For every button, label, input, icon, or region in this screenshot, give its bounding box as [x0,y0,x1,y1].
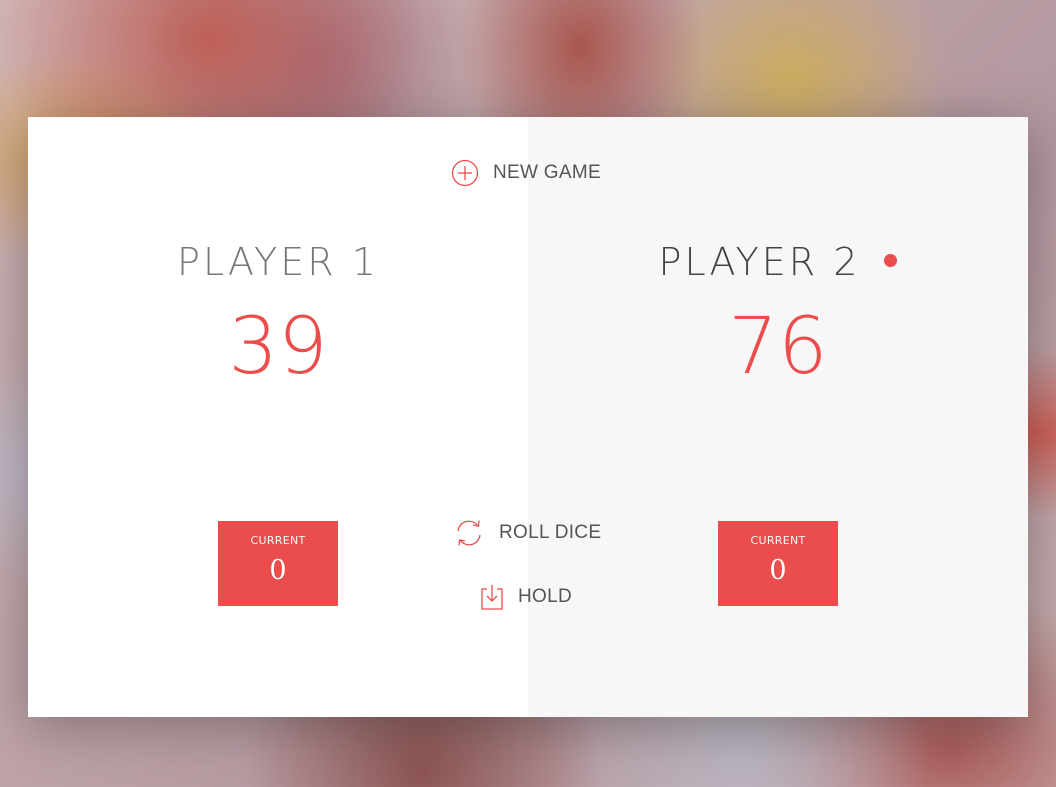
refresh-icon [453,517,485,549]
player-1-current-box: CURRENT 0 [218,521,338,606]
player-2-current-label: CURRENT [750,534,806,547]
player-1-name: PLAYER 1 [28,239,528,285]
player-2-current-score: 0 [769,555,787,586]
new-game-label: NEW GAME [493,162,601,183]
player-2-panel: PLAYER 2 76 CURRENT 0 [528,117,1028,717]
player-2-name-label: PLAYER 2 [658,240,861,284]
player-1-panel: PLAYER 1 39 CURRENT 0 [28,117,528,717]
hold-button[interactable]: HOLD [480,583,572,611]
download-icon [480,583,504,611]
plus-circle-icon [451,159,479,187]
player-2-name: PLAYER 2 [528,239,1028,285]
player-1-current-label: CURRENT [250,534,306,547]
game-board: PLAYER 1 39 CURRENT 0 PLAYER 2 76 CURREN… [28,117,1028,717]
active-player-dot-icon [884,254,898,267]
roll-dice-button[interactable]: ROLL DICE [453,517,601,549]
hold-label: HOLD [518,586,572,607]
roll-dice-label: ROLL DICE [499,522,602,543]
player-2-score: 76 [728,302,828,392]
new-game-button[interactable]: NEW GAME [451,159,601,187]
player-1-current-score: 0 [269,555,287,586]
player-1-name-label: PLAYER 1 [177,240,379,284]
player-2-current-box: CURRENT 0 [718,521,838,606]
player-1-score: 39 [228,302,328,392]
